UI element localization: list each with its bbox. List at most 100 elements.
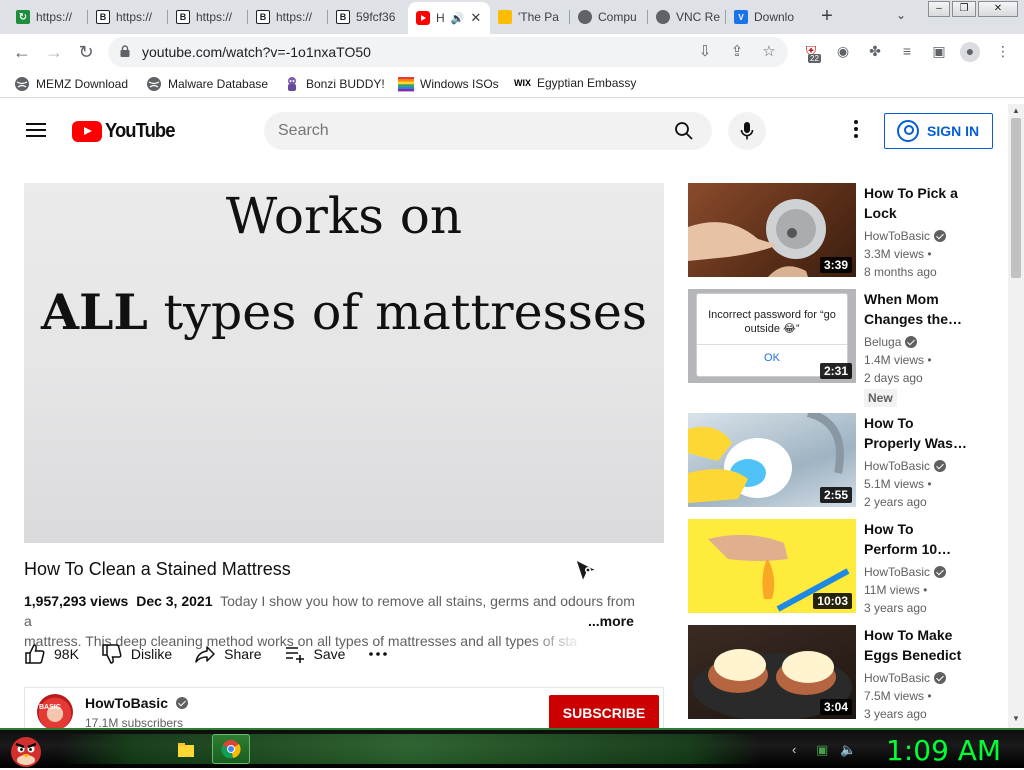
tab-search-chevron-icon[interactable]: ⌄ [896, 8, 906, 22]
extensions-puzzle-icon[interactable]: ✤ [866, 42, 884, 60]
lock-icon[interactable] [120, 45, 130, 57]
browser-tab-7[interactable]: 'The Pa [490, 4, 570, 30]
scrollbar-thumb[interactable] [1011, 118, 1021, 278]
browser-tab-4[interactable]: B https:// [248, 4, 328, 30]
browser-tab-9[interactable]: VNC Re [648, 4, 726, 30]
recommendation-title: How To Pick a Lock [864, 185, 958, 221]
tab-label: H [436, 11, 445, 25]
browser-tab-8[interactable]: Compu [570, 4, 648, 30]
tray-chevron-icon[interactable]: ‹ [792, 742, 796, 757]
profile-avatar-icon[interactable]: ● [960, 42, 980, 62]
tab-label: Downlo [754, 10, 795, 24]
browser-tab-10[interactable]: V Downlo [726, 4, 804, 30]
share-icon[interactable]: ⇪ [728, 43, 746, 61]
subscriber-count: 17.1M subscribers [85, 716, 184, 728]
bonzi-icon [284, 76, 300, 92]
recommendation-item[interactable]: 2:55 How To Properly Was… HowToBasic 5.1… [688, 413, 988, 509]
start-button-angry-bird-icon[interactable] [6, 730, 46, 770]
like-button[interactable]: 98K [24, 643, 79, 665]
video-thumbnail[interactable]: Incorrect password for “go outside 😂” OK… [688, 289, 856, 383]
more-actions-button[interactable] [367, 643, 389, 665]
recommendation-item[interactable]: Incorrect password for “go outside 😂” OK… [688, 289, 988, 407]
bookmark-bonzi-buddy[interactable]: Bonzi BUDDY! [284, 76, 385, 92]
sign-in-button[interactable]: SIGN IN [884, 113, 993, 149]
green-app-icon: ↻ [16, 10, 30, 24]
recommendation-meta: HowToBasic 5.1M views • 2 years ago [864, 457, 984, 511]
back-button[interactable]: ← [10, 40, 34, 64]
subscribe-button[interactable]: SUBSCRIBE [549, 695, 659, 728]
bookmark-windows-isos[interactable]: Windows ISOs [398, 76, 499, 92]
bookmark-memz[interactable]: MEMZ Download [14, 76, 128, 92]
video-duration: 2:55 [819, 487, 852, 503]
search-icon[interactable] [674, 121, 694, 141]
page-scrollbar[interactable]: ▲ ▼ [1008, 104, 1024, 728]
bookmark-label: Bonzi BUDDY! [306, 77, 385, 91]
browser-tab-5[interactable]: B 59fcf36 [328, 4, 408, 30]
recommendation-channel: HowToBasic [864, 459, 931, 473]
media-control-icon[interactable]: ≡ [898, 42, 916, 60]
reload-button[interactable]: ↻ [74, 40, 98, 64]
youtube-logo[interactable]: YouTube [72, 120, 181, 143]
browser-tab-3[interactable]: B https:// [168, 4, 248, 30]
tab-close-icon[interactable]: ✕ [470, 10, 481, 26]
restore-button[interactable]: ❐ [952, 1, 976, 17]
channel-avatar[interactable] [37, 694, 73, 728]
view-count: 1,957,293 views [24, 593, 129, 609]
share-button[interactable]: Share [194, 643, 262, 665]
scroll-down-arrow-icon[interactable]: ▼ [1012, 714, 1020, 723]
video-thumbnail[interactable]: 3:39 [688, 183, 856, 277]
tab-label: Compu [598, 10, 637, 24]
taskbar-clock[interactable]: 1:09 AM [886, 734, 1001, 767]
video-thumbnail[interactable]: 10:03 [688, 519, 856, 613]
tab-label: https:// [276, 10, 313, 24]
verified-check-icon [934, 230, 947, 242]
scroll-up-arrow-icon[interactable]: ▲ [1012, 106, 1020, 115]
video-thumbnail[interactable]: 2:55 [688, 413, 856, 507]
browser-tab-1[interactable]: ↻ https:// [8, 4, 88, 30]
recommendation-item[interactable]: 10:03 How To Perform 10… HowToBasic 11M … [688, 519, 988, 615]
tray-network-icon[interactable]: ▣ [816, 742, 828, 758]
browser-tab-active[interactable]: H 🔊 ✕ [408, 2, 490, 34]
video-thumbnail[interactable]: 3:04 [688, 625, 856, 719]
address-bar[interactable]: youtube.com/watch?v=-1o1nxaTO50 ⇩ ⇪ ☆ [108, 37, 788, 67]
youtube-page: YouTube SIGN IN Works on ALL types of ma… [0, 104, 1008, 728]
forward-button[interactable]: → [42, 40, 66, 64]
share-arrow-icon [195, 646, 215, 663]
save-button[interactable]: Save [284, 643, 345, 665]
bookmark-star-icon[interactable]: ☆ [760, 43, 778, 61]
recommendation-meta: HowToBasic 11M views • 3 years ago [864, 563, 984, 617]
extension-flag-icon[interactable]: ◉ [834, 42, 852, 60]
browser-tab-2[interactable]: B https:// [88, 4, 168, 30]
bookmark-malware-database[interactable]: Malware Database [146, 76, 268, 92]
account-circle-icon [897, 120, 919, 142]
youtube-wordmark: YouTube [105, 120, 175, 142]
video-duration: 10:03 [813, 593, 852, 609]
voice-search-button[interactable] [728, 112, 766, 150]
settings-more-icon[interactable] [852, 120, 860, 142]
taskbar-chrome-icon[interactable] [212, 734, 250, 764]
show-more-link[interactable]: ...more [588, 611, 634, 631]
recommendation-item[interactable]: 3:39 How To Pick a Lock HowToBasic 3.3M … [688, 183, 988, 279]
vscode-icon: V [734, 10, 748, 24]
new-tab-button[interactable]: + [816, 6, 838, 28]
install-app-icon[interactable]: ⇩ [696, 43, 714, 61]
search-input[interactable] [278, 120, 658, 142]
recommendation-title: When Mom Changes the… [864, 291, 963, 327]
recommendation-item[interactable]: 3:04 How To Make Eggs Benedict HowToBasi… [688, 625, 988, 721]
bookmark-egyptian-embassy[interactable]: WIX Egyptian Embassy [514, 76, 636, 90]
browser-menu-icon[interactable]: ⋮ [994, 42, 1012, 60]
dislike-button[interactable]: Dislike [101, 643, 172, 665]
gear-site-icon [578, 10, 592, 24]
side-panel-icon[interactable]: ▣ [930, 42, 948, 60]
taskbar-file-explorer-icon[interactable] [172, 736, 200, 764]
close-window-button[interactable]: ✕ [978, 1, 1018, 17]
audio-playing-icon[interactable]: 🔊 [451, 12, 465, 25]
recommendation-channel: Beluga [864, 335, 902, 349]
video-player[interactable]: Works on ALL types of mattresses [24, 183, 664, 543]
thumbs-up-icon [25, 644, 45, 664]
minimize-button[interactable]: – [928, 1, 950, 17]
url-text[interactable]: youtube.com/watch?v=-1o1nxaTO50 [142, 44, 371, 60]
channel-name[interactable]: HowToBasic [85, 695, 188, 711]
tray-volume-icon[interactable]: 🔈 [840, 742, 856, 758]
hamburger-menu-icon[interactable] [26, 123, 46, 137]
